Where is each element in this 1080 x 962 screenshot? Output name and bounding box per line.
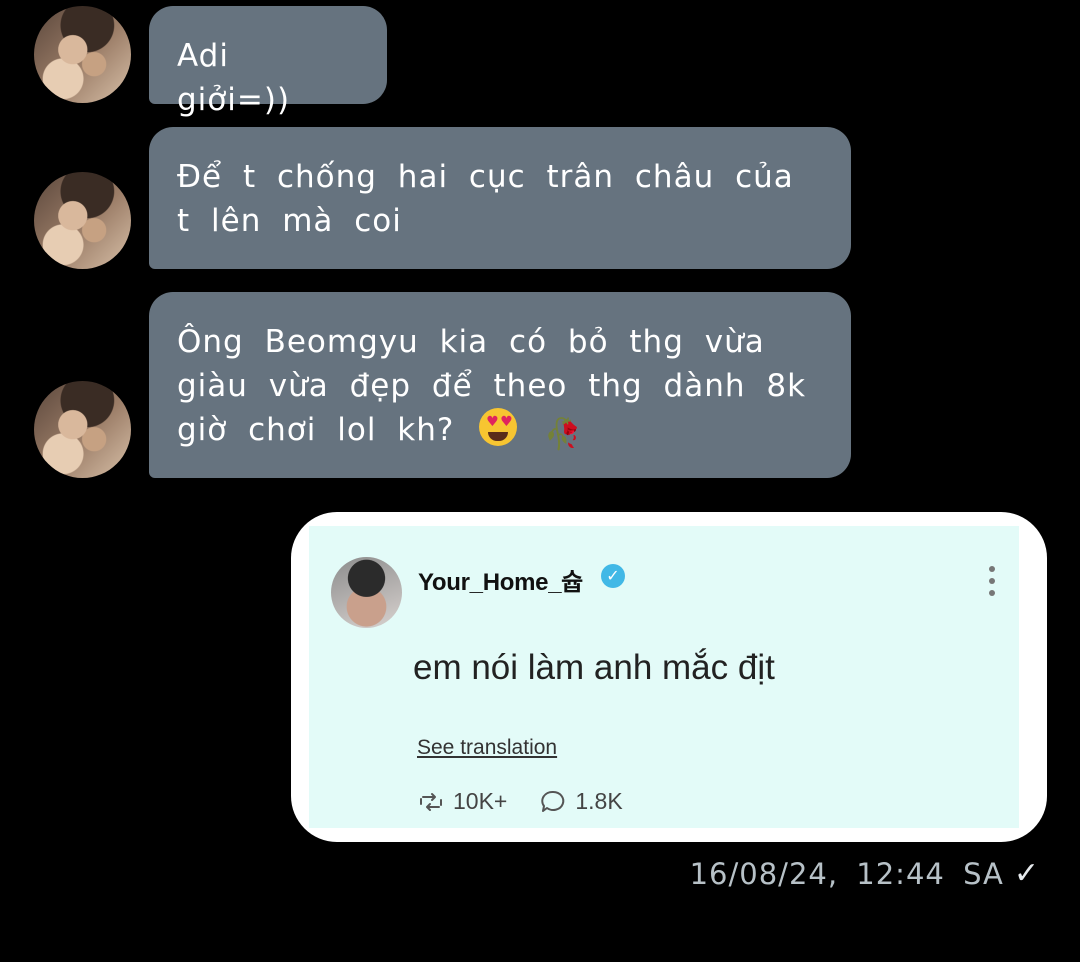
post-preview: Your_Home_슙 ✓ em nói làm anh mắc địt See…	[309, 526, 1019, 828]
sender-avatar[interactable]	[34, 6, 131, 103]
post-text: em nói làm anh mắc địt	[413, 648, 775, 687]
post-author-avatar[interactable]	[331, 557, 402, 628]
shared-post-card[interactable]: Your_Home_슙 ✓ em nói làm anh mắc địt See…	[291, 512, 1047, 842]
message-text: Adi giởi=))	[177, 38, 291, 118]
reply-count: 1.8K	[575, 788, 623, 814]
heart-eyes-emoji-icon: ♥ ♥	[479, 408, 518, 446]
message-bubble[interactable]: Adi giởi=))	[149, 6, 387, 118]
message-bubble[interactable]: Để t chống hai cục trân châu của t lên m…	[149, 127, 851, 269]
post-author-username[interactable]: Your_Home_슙	[418, 562, 583, 597]
verified-badge-icon: ✓	[601, 564, 625, 588]
reply-icon[interactable]	[539, 789, 567, 815]
see-translation-link[interactable]: See translation	[417, 736, 557, 760]
message-text: Để t chống hai cục trân châu của t lên m…	[177, 159, 794, 239]
repost-count: 10K+	[453, 788, 508, 814]
message-timestamp: 16/08/24, 12:44 SA ✓	[690, 856, 1040, 891]
post-stats: 10K+ 1.8K	[417, 788, 623, 815]
sender-avatar[interactable]	[34, 172, 131, 269]
sent-check-icon: ✓	[1013, 856, 1040, 891]
more-options-icon[interactable]	[989, 566, 995, 600]
timestamp-text: 16/08/24, 12:44 SA	[689, 856, 1004, 891]
sender-avatar[interactable]	[34, 381, 131, 478]
repost-icon[interactable]	[417, 789, 445, 815]
wilted-rose-emoji-icon: 🥀	[544, 417, 583, 452]
message-bubble[interactable]: Ông Beomgyu kia có bỏ thg vừa giàu vừa đ…	[149, 292, 851, 478]
